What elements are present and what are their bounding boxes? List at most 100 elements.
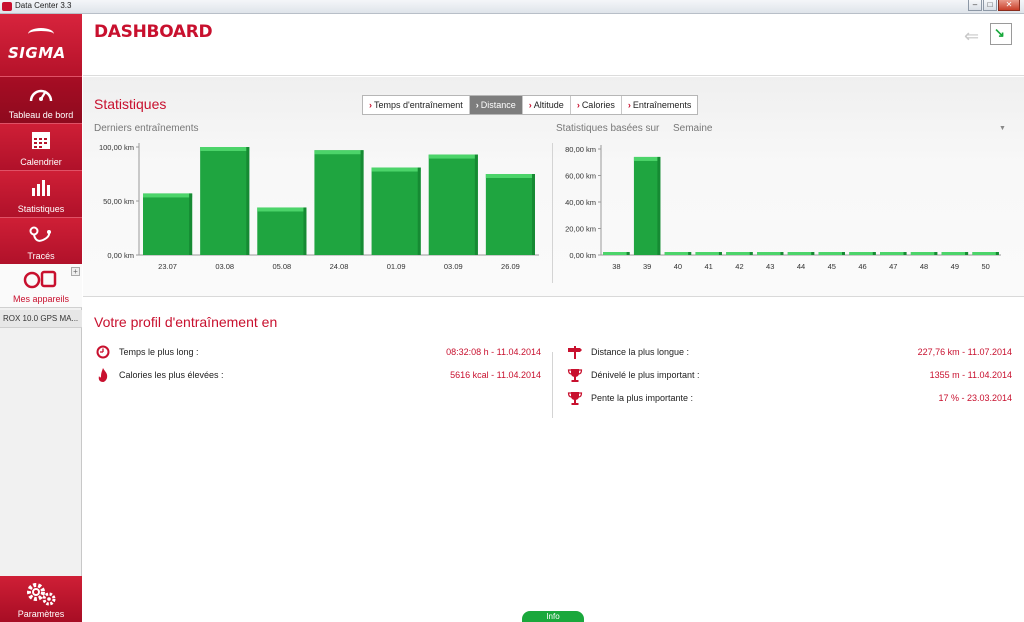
chart-bar[interactable]: [485, 174, 535, 255]
profile-value: 17 % - 23.03.2014: [938, 393, 1012, 403]
maximize-button[interactable]: □: [983, 0, 997, 11]
chevron-right-icon: ›: [627, 100, 631, 110]
route-icon: [29, 226, 51, 242]
period-dropdown[interactable]: Semaine: [673, 123, 712, 134]
sidebar-item-settings[interactable]: Paramètres: [0, 576, 82, 622]
window-titlebar: Data Center 3.3 – □ ✕: [0, 0, 1024, 14]
chevron-down-icon[interactable]: ▼: [999, 125, 1006, 132]
sidebar-item-label: Paramètres: [17, 609, 65, 619]
chart-bar[interactable]: [695, 252, 722, 255]
chart-bar[interactable]: [143, 193, 193, 255]
y-tick-label: 0,00 km: [569, 251, 596, 260]
profile-value: 227,76 km - 11.07.2014: [917, 347, 1012, 357]
profile-value: 1355 m - 11.04.2014: [929, 370, 1012, 380]
tab-calories[interactable]: › Calories: [571, 96, 622, 114]
sidebar-item-label: Calendrier: [20, 157, 62, 167]
sidebar-item-dashboard[interactable]: Tableau de bord: [0, 76, 82, 123]
tab-trainings[interactable]: › Entraînements: [622, 96, 698, 114]
my-devices[interactable]: + Mes appareils: [0, 264, 82, 308]
watch-device-icon: [23, 270, 57, 289]
minimize-button[interactable]: –: [968, 0, 982, 11]
profile-value: 08:32:08 h - 11.04.2014: [446, 347, 541, 357]
x-tick-label: 03.09: [444, 262, 463, 271]
chart-bar[interactable]: [371, 167, 421, 255]
profile-row-longest-distance: Distance la plus longue : 227,76 km - 11…: [567, 344, 1012, 360]
statistics-title: Statistiques: [94, 96, 167, 112]
chart-svg: 0,00 km 50,00 km 100,00 km 23.07 03.08 05.08 2…: [99, 143, 539, 271]
y-tick-label: 50,00 km: [103, 197, 134, 206]
chart-bar[interactable]: [880, 252, 907, 255]
chart-bar[interactable]: [314, 150, 364, 255]
x-tick-label: 39: [643, 262, 651, 271]
x-tick-label: 48: [920, 262, 928, 271]
sidebar-item-tracks[interactable]: Tracés: [0, 217, 82, 264]
statistics-panel: Statistiques › Temps d'entraînement › Dist…: [83, 77, 1024, 297]
chart-svg: 0,00 km 20,00 km 40,00 km 60,00 km 80,00 km 3…: [565, 145, 1001, 271]
x-tick-label: 46: [858, 262, 866, 271]
chart-bar[interactable]: [633, 156, 661, 255]
x-tick-label: 42: [735, 262, 743, 271]
profile-row-steepest-slope: Pente la plus importante : 17 % - 23.03.…: [567, 390, 1012, 406]
calendar-icon: [32, 132, 50, 149]
x-tick-label: 24.08: [330, 262, 349, 271]
x-tick-label: 47: [889, 262, 897, 271]
tab-training-time[interactable]: › Temps d'entraînement: [363, 96, 470, 114]
info-tab[interactable]: Info: [522, 611, 584, 622]
logo-block: SIGMA: [0, 14, 82, 76]
trophy-icon: [567, 369, 583, 382]
chevron-right-icon: ›: [528, 100, 532, 110]
add-device-button[interactable]: +: [71, 267, 80, 276]
trophy-icon: [567, 392, 583, 405]
bar-chart-icon: [32, 180, 50, 196]
right-chart-title: Statistiques basées sur: [556, 123, 660, 134]
profile-label: Calories les plus élevées :: [119, 370, 224, 380]
header: DASHBOARD ⇐ ↘: [83, 14, 1024, 76]
chart-bar[interactable]: [849, 252, 876, 255]
sidebar-item-label: Tableau de bord: [8, 110, 74, 120]
gears-icon: [27, 583, 56, 606]
chart-bar[interactable]: [664, 252, 692, 255]
x-tick-label: 43: [766, 262, 774, 271]
main-content: DASHBOARD ⇐ ↘ Statistiques › Temps d'entr…: [83, 14, 1024, 622]
sidebar-item-calendar[interactable]: Calendrier: [0, 123, 82, 170]
y-tick-label: 20,00 km: [565, 225, 596, 234]
profile-label: Dénivelé le plus important :: [591, 370, 700, 380]
chart-bar[interactable]: [428, 154, 478, 255]
x-tick-label: 23.07: [158, 262, 177, 271]
chart-bar[interactable]: [726, 252, 753, 255]
x-tick-label: 03.08: [215, 262, 234, 271]
brand-logo: SIGMA: [8, 44, 66, 62]
chart-bar[interactable]: [941, 252, 969, 255]
window-title: Data Center 3.3: [15, 1, 72, 10]
profile-label: Temps le plus long :: [119, 347, 199, 357]
chart-bar[interactable]: [603, 252, 630, 255]
profile-title: Votre profil d'entraînement en: [94, 314, 278, 330]
export-icon[interactable]: ↘: [990, 23, 1012, 45]
x-tick-label: 45: [828, 262, 836, 271]
chart-bar[interactable]: [200, 147, 250, 255]
close-button[interactable]: ✕: [998, 0, 1020, 11]
y-tick-label: 60,00 km: [565, 172, 596, 181]
y-tick-label: 40,00 km: [565, 198, 596, 207]
chart-bar[interactable]: [910, 252, 938, 255]
chart-bar[interactable]: [257, 207, 307, 255]
app-icon: [2, 2, 12, 11]
profile-row-highest-elevation: Dénivelé le plus important : 1355 m - 11…: [567, 367, 1012, 383]
chart-bar[interactable]: [818, 252, 845, 255]
sidebar-item-label: Tracés: [27, 251, 55, 261]
sidebar-item-statistics[interactable]: Statistiques: [0, 170, 82, 217]
tab-distance[interactable]: › Distance: [469, 96, 523, 114]
clock-icon: [96, 345, 110, 359]
tab-altitude[interactable]: › Altitude: [523, 96, 571, 114]
back-arrow-icon[interactable]: ⇐: [964, 27, 986, 45]
x-tick-label: 49: [951, 262, 959, 271]
chart-bar[interactable]: [972, 252, 999, 255]
device-item[interactable]: ROX 10.0 GPS MA...: [0, 310, 82, 328]
chart-bar[interactable]: [787, 252, 815, 255]
x-tick-label: 40: [674, 262, 682, 271]
statistics-tabs: › Temps d'entraînement › Distance › Altitud…: [362, 95, 699, 115]
weekly-stats-chart: 0,00 km 20,00 km 40,00 km 60,00 km 80,00 km 3…: [555, 139, 1005, 289]
chart-bar[interactable]: [757, 252, 784, 255]
chevron-right-icon: ›: [475, 100, 479, 110]
page-title: DASHBOARD: [94, 22, 213, 42]
